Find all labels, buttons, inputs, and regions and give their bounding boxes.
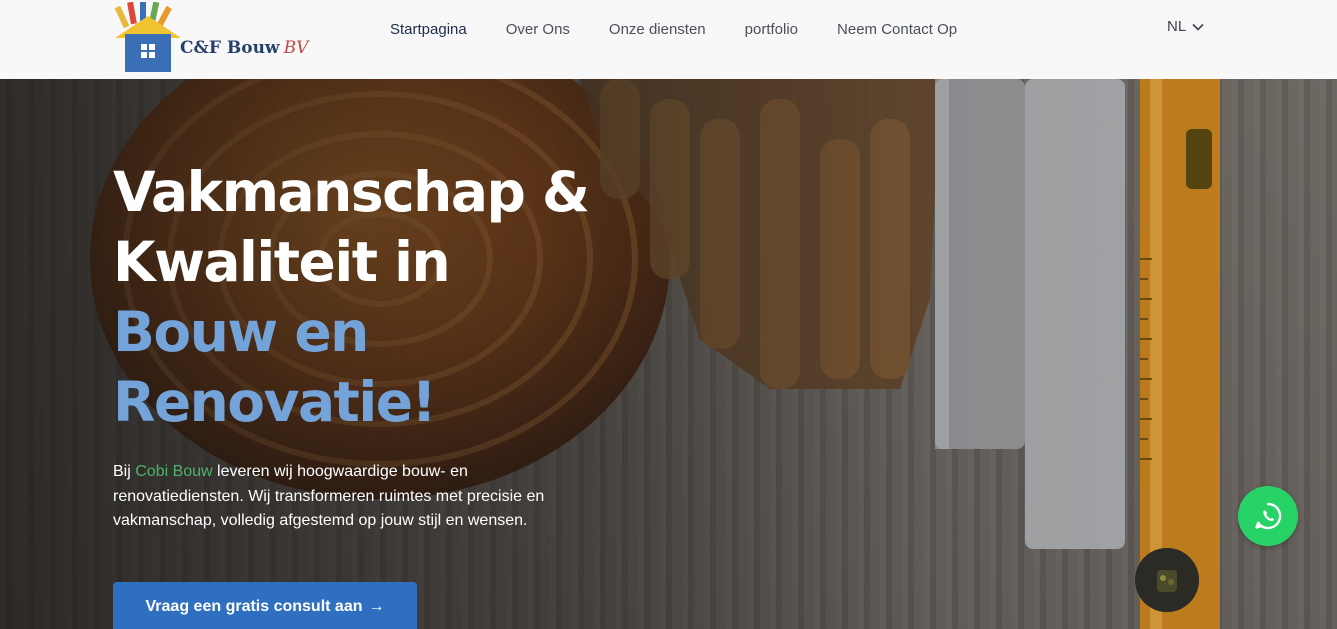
nav-item-over-ons[interactable]: Over Ons [506, 19, 570, 40]
logo[interactable]: C&F Bouw BV [113, 2, 313, 74]
whatsapp-icon [1255, 502, 1282, 530]
hero-title-line: Vakmanschap & [113, 160, 590, 224]
language-selector[interactable]: NL [1167, 18, 1204, 35]
nav-item-neem-contact-op[interactable]: Neem Contact Op [837, 19, 957, 40]
hero-title-accent: Bouw en [113, 300, 369, 364]
nav-item-portfolio[interactable]: portfolio [745, 19, 798, 40]
chat-avatar-button[interactable] [1135, 548, 1199, 612]
logo-suffix: BV [283, 38, 309, 58]
logo-text: C&F Bouw BV [180, 38, 308, 58]
hero-description-prefix: Bij [113, 463, 136, 480]
nav-item-onze-diensten[interactable]: Onze diensten [609, 19, 706, 40]
free-consult-button-label: Vraag een gratis consult aan [145, 598, 363, 615]
hero-title: Vakmanschap & Kwaliteit in Bouw en Renov… [113, 157, 633, 437]
nav-item-startpagina[interactable]: Startpagina [390, 19, 467, 40]
hero-description-brand: Cobi Bouw [135, 463, 213, 480]
whatsapp-button[interactable] [1238, 486, 1298, 546]
house-tools-logo-icon [114, 2, 181, 72]
logo-name: C&F Bouw [180, 38, 280, 58]
language-label: NL [1167, 18, 1187, 35]
chat-avatar-icon [1135, 548, 1199, 612]
arrow-right-icon: → [368, 598, 385, 615]
hero-description: Bij Cobi Bouw leveren wij hoogwaardige b… [113, 460, 553, 534]
hero-title-accent: Renovatie! [113, 370, 437, 434]
hero-title-line: Kwaliteit in [113, 230, 451, 294]
site-header: C&F Bouw BV Startpagina Over Ons Onze die… [0, 0, 1337, 79]
free-consult-button[interactable]: Vraag een gratis consult aan → [113, 582, 417, 629]
hero-section: Vakmanschap & Kwaliteit in Bouw en Renov… [0, 79, 1337, 629]
chevron-down-icon [1192, 23, 1204, 31]
main-nav: Startpagina Over Ons Onze diensten portf… [390, 19, 996, 40]
